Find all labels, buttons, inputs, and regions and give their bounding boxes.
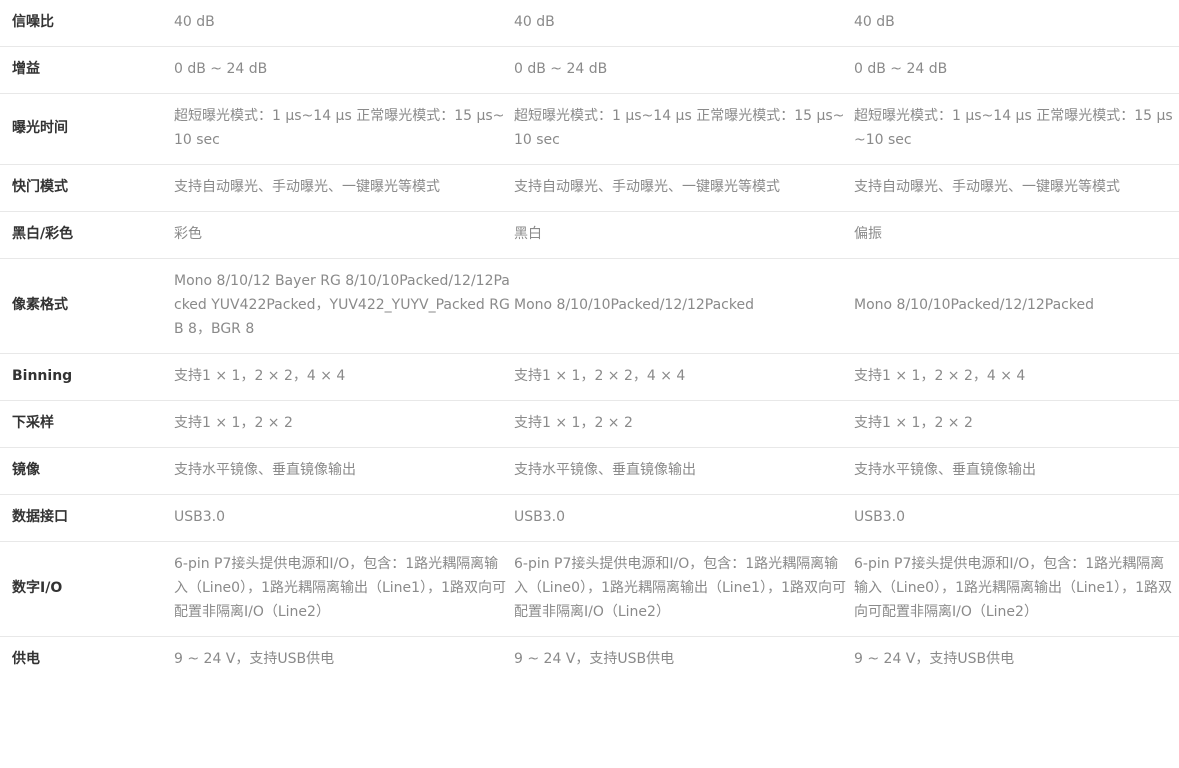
spec-label: 信噪比 [0, 0, 174, 47]
spec-value: 黑白 [514, 211, 854, 259]
spec-row: 信噪比 40 dB 40 dB 40 dB [0, 0, 1179, 47]
spec-row: 数字I/O 6-pin P7接头提供电源和I/O，包含：1路光耦隔离输入（Lin… [0, 541, 1179, 637]
spec-value: 40 dB [854, 0, 1179, 47]
spec-label: 供电 [12, 651, 40, 667]
spec-value: 支持自动曝光、手动曝光、一键曝光等模式 [514, 164, 854, 212]
spec-row: 供电 9 ~ 24 V，支持USB供电 9 ~ 24 V，支持USB供电 9 ~… [0, 637, 1179, 684]
spec-value: 支持1 × 1，2 × 2 [854, 400, 1179, 448]
spec-value: Mono 8/10/12 Bayer RG 8/10/10Packed/12/1… [174, 258, 514, 354]
spec-label: 数据接口 [0, 494, 174, 542]
spec-value: 9 ~ 24 V，支持USB供电 [854, 651, 1015, 667]
spec-value: 6-pin P7接头提供电源和I/O，包含：1路光耦隔离输入（Line0），1路… [514, 541, 854, 637]
spec-label: Binning [0, 353, 174, 401]
spec-label: 黑白/彩色 [0, 211, 174, 259]
spec-value: 支持1 × 1，2 × 2，4 × 4 [174, 353, 514, 401]
spec-value: 40 dB [174, 0, 514, 47]
spec-value: 偏振 [854, 211, 1179, 259]
spec-label: 快门模式 [0, 164, 174, 212]
spec-label: 镜像 [0, 447, 174, 495]
spec-value: 6-pin P7接头提供电源和I/O，包含：1路光耦隔离输入（Line0），1路… [174, 541, 514, 637]
spec-label: 下采样 [0, 400, 174, 448]
spec-value: 9 ~ 24 V，支持USB供电 [174, 651, 335, 667]
spec-value: 0 dB ~ 24 dB [854, 46, 1179, 94]
spec-row: 镜像 支持水平镜像、垂直镜像输出 支持水平镜像、垂直镜像输出 支持水平镜像、垂直… [0, 447, 1179, 495]
spec-value: 支持水平镜像、垂直镜像输出 [514, 447, 854, 495]
spec-row: 下采样 支持1 × 1，2 × 2 支持1 × 1，2 × 2 支持1 × 1，… [0, 400, 1179, 448]
spec-value: USB3.0 [514, 494, 854, 542]
spec-value: 支持自动曝光、手动曝光、一键曝光等模式 [854, 164, 1179, 212]
spec-row: 像素格式 Mono 8/10/12 Bayer RG 8/10/10Packed… [0, 258, 1179, 354]
spec-row: 数据接口 USB3.0 USB3.0 USB3.0 [0, 494, 1179, 542]
spec-value: Mono 8/10/10Packed/12/12Packed [854, 258, 1179, 354]
spec-value: 支持自动曝光、手动曝光、一键曝光等模式 [174, 164, 514, 212]
spec-value: 超短曝光模式：1 μs~14 μs 正常曝光模式：15 μs~10 sec [854, 93, 1179, 165]
spec-row: 黑白/彩色 彩色 黑白 偏振 [0, 211, 1179, 259]
spec-value: 支持1 × 1，2 × 2，4 × 4 [514, 353, 854, 401]
spec-value: USB3.0 [854, 494, 1179, 542]
spec-value: 9 ~ 24 V，支持USB供电 [514, 651, 675, 667]
spec-row: 增益 0 dB ~ 24 dB 0 dB ~ 24 dB 0 dB ~ 24 d… [0, 46, 1179, 94]
spec-value: USB3.0 [174, 494, 514, 542]
spec-label: 像素格式 [0, 258, 174, 354]
spec-table: 信噪比 40 dB 40 dB 40 dB 增益 0 dB ~ 24 dB 0 … [0, 0, 1179, 683]
spec-value: 40 dB [514, 0, 854, 47]
spec-value: 彩色 [174, 211, 514, 259]
spec-label: 曝光时间 [0, 93, 174, 165]
spec-label: 数字I/O [0, 541, 174, 637]
spec-label: 增益 [0, 46, 174, 94]
spec-value: 0 dB ~ 24 dB [174, 46, 514, 94]
spec-value: 支持1 × 1，2 × 2，4 × 4 [854, 353, 1179, 401]
spec-row: 曝光时间 超短曝光模式：1 μs~14 μs 正常曝光模式：15 μs~10 s… [0, 93, 1179, 165]
spec-value: 超短曝光模式：1 μs~14 μs 正常曝光模式：15 μs~10 sec [174, 93, 514, 165]
spec-value: 6-pin P7接头提供电源和I/O，包含：1路光耦隔离输入（Line0），1路… [854, 541, 1179, 637]
spec-value: 支持1 × 1，2 × 2 [514, 400, 854, 448]
spec-value: 超短曝光模式：1 μs~14 μs 正常曝光模式：15 μs~10 sec [514, 93, 854, 165]
spec-row: Binning 支持1 × 1，2 × 2，4 × 4 支持1 × 1，2 × … [0, 353, 1179, 401]
spec-value: Mono 8/10/10Packed/12/12Packed [514, 258, 854, 354]
spec-value: 0 dB ~ 24 dB [514, 46, 854, 94]
spec-value: 支持1 × 1，2 × 2 [174, 400, 514, 448]
spec-value: 支持水平镜像、垂直镜像输出 [174, 447, 514, 495]
spec-row: 快门模式 支持自动曝光、手动曝光、一键曝光等模式 支持自动曝光、手动曝光、一键曝… [0, 164, 1179, 212]
spec-value: 支持水平镜像、垂直镜像输出 [854, 447, 1179, 495]
